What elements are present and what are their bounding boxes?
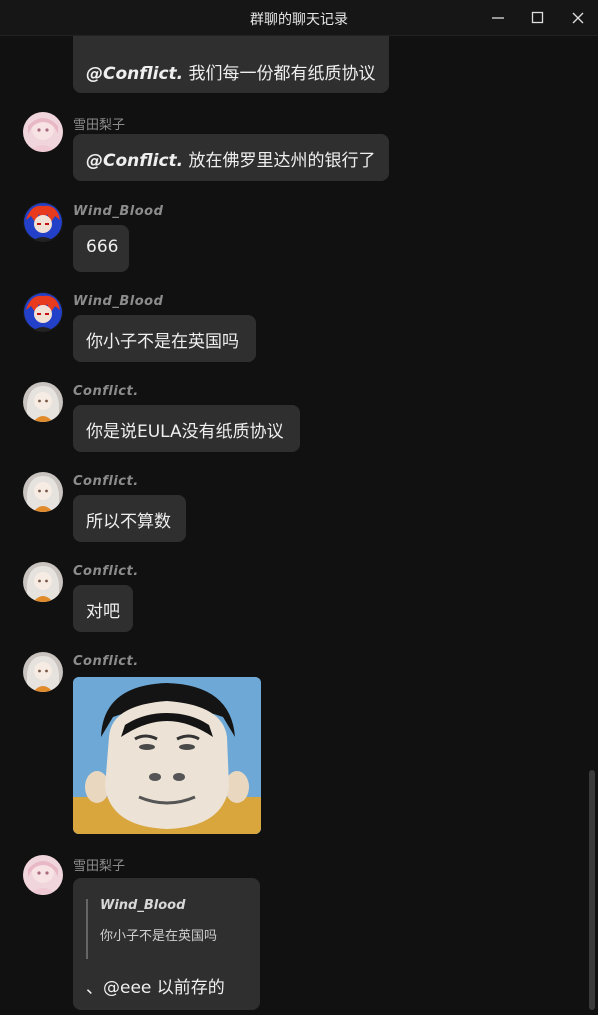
message-bubble[interactable]: @Conflict. 我们每一份都有纸质协议	[73, 36, 389, 93]
image-message[interactable]	[73, 677, 261, 834]
avatar[interactable]	[23, 292, 63, 332]
maximize-icon	[531, 11, 544, 24]
message-bubble[interactable]: 你小子不是在英国吗	[73, 315, 256, 362]
avatar[interactable]	[23, 652, 63, 692]
avatar[interactable]	[23, 562, 63, 602]
quote-text[interactable]: 你小子不是在英国吗	[100, 925, 217, 944]
message-text: 、@eee 以前存的	[86, 978, 225, 998]
quote-sender[interactable]: Wind_Blood	[100, 898, 185, 913]
maximize-button[interactable]	[528, 8, 548, 28]
quote-bar	[86, 899, 88, 959]
mention[interactable]: @Conflict.	[86, 64, 183, 84]
avatar[interactable]	[23, 855, 63, 895]
chat-history[interactable]: @Conflict. 我们每一份都有纸质协议 雪田梨子 @Conflict. 放…	[0, 36, 598, 1015]
message-text: 你是说EULA没有纸质协议	[86, 422, 284, 442]
message-bubble[interactable]: @Conflict. 放在佛罗里达州的银行了	[73, 134, 389, 181]
minimize-icon	[492, 17, 504, 19]
scrollbar[interactable]	[589, 770, 595, 1010]
avatar[interactable]	[23, 112, 63, 152]
message-bubble[interactable]: 666	[73, 225, 129, 272]
close-button[interactable]	[568, 8, 588, 28]
meme-face-image	[73, 677, 261, 834]
mention[interactable]: @Conflict.	[86, 151, 183, 171]
sender-name: Conflict.	[73, 384, 139, 399]
avatar[interactable]	[23, 472, 63, 512]
sender-name: Conflict.	[73, 654, 139, 669]
message-text: 你小子不是在英国吗	[86, 332, 239, 352]
close-icon	[572, 12, 584, 24]
window-title: 群聊的聊天记录	[250, 12, 348, 28]
message-text: 对吧	[86, 602, 120, 622]
message-text: 所以不算数	[86, 512, 171, 532]
message-bubble[interactable]: 所以不算数	[73, 495, 186, 542]
message-bubble[interactable]: 你是说EULA没有纸质协议	[73, 405, 300, 452]
message-bubble[interactable]: 对吧	[73, 585, 133, 632]
sender-name: Wind_Blood	[73, 204, 164, 219]
avatar[interactable]	[23, 202, 63, 242]
sender-name: Conflict.	[73, 564, 139, 579]
minimize-button[interactable]	[488, 8, 508, 28]
sender-name: Conflict.	[73, 474, 139, 489]
message-bubble[interactable]: Wind_Blood 你小子不是在英国吗 、@eee 以前存的	[73, 878, 260, 1010]
avatar[interactable]	[23, 382, 63, 422]
sender-name: 雪田梨子	[73, 859, 126, 874]
message-text: @Conflict. 放在佛罗里达州的银行了	[86, 151, 376, 171]
sender-name: Wind_Blood	[73, 294, 164, 309]
message-text: 666	[86, 237, 119, 257]
message-text: @Conflict. 我们每一份都有纸质协议	[86, 64, 376, 84]
title-bar: 群聊的聊天记录	[0, 0, 598, 36]
sender-name: 雪田梨子	[73, 118, 126, 133]
